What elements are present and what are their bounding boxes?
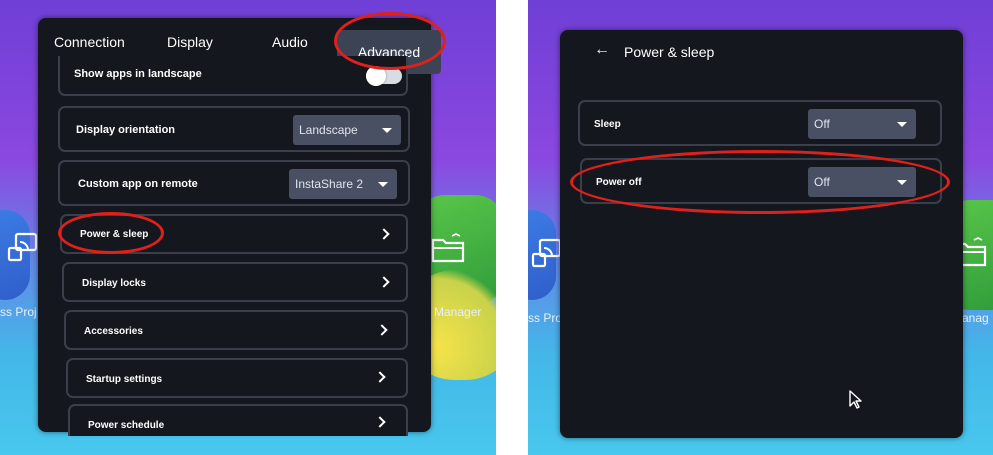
setting-label: Display orientation [76, 124, 176, 136]
tab-display[interactable]: Display [167, 34, 213, 50]
dropdown-value: Landscape [299, 123, 358, 137]
settings-panel: Connection Display Audio Advanced Show a… [38, 18, 441, 436]
orientation-dropdown[interactable]: Landscape [293, 115, 401, 145]
page-title: Power & sleep [624, 44, 715, 60]
dropdown-value: InstaShare 2 [295, 177, 364, 191]
setting-row-power-schedule[interactable]: Power schedule [68, 404, 408, 436]
back-arrow-icon[interactable]: ← [594, 41, 610, 59]
left-screenshot: ss Proj e Manager Connection Display Aud… [0, 0, 496, 455]
desktop-label: ss Proj [0, 305, 37, 319]
setting-label: Show apps in landscape [74, 68, 202, 80]
chevron-right-icon [376, 324, 388, 336]
setting-label: Custom app on remote [78, 178, 198, 190]
setting-row-power-off: Power off Off [580, 158, 942, 204]
setting-row-startup-settings[interactable]: Startup settings [66, 358, 408, 398]
setting-row-sleep: Sleep Off [578, 100, 942, 146]
chevron-right-icon [374, 416, 386, 428]
dropdown-arrow-icon [382, 128, 392, 133]
tab-audio[interactable]: Audio [272, 34, 308, 50]
landscape-toggle[interactable] [366, 66, 402, 86]
chevron-right-icon [378, 276, 390, 288]
cast-icon[interactable] [530, 236, 564, 270]
power-off-dropdown[interactable]: Off [808, 167, 916, 197]
chevron-right-icon [378, 228, 390, 240]
setting-label: Power & sleep [80, 229, 149, 240]
setting-row-display-orientation: Display orientation Landscape [58, 106, 410, 152]
cast-icon[interactable] [6, 230, 40, 264]
setting-label: Accessories [84, 326, 143, 337]
setting-label: Power schedule [88, 420, 165, 431]
setting-label: Startup settings [86, 374, 163, 385]
setting-row-custom-app-remote: Custom app on remote InstaShare 2 [58, 160, 410, 206]
chevron-right-icon [374, 371, 386, 383]
mouse-cursor-icon [849, 390, 862, 409]
dropdown-arrow-icon [378, 182, 388, 187]
sleep-dropdown[interactable]: Off [808, 109, 916, 139]
dropdown-arrow-icon [897, 180, 907, 185]
setting-row-show-apps-landscape[interactable]: Show apps in landscape [58, 56, 408, 96]
setting-label: Display locks [82, 278, 146, 289]
folder-icon[interactable] [430, 232, 466, 266]
setting-row-accessories[interactable]: Accessories [64, 310, 408, 350]
setting-label: Power off [596, 177, 642, 188]
setting-label: Sleep [594, 119, 621, 130]
desktop-label: e Manager [424, 305, 482, 319]
power-sleep-panel: ← Power & sleep Sleep Off Power off Off [560, 30, 963, 438]
dropdown-arrow-icon [897, 122, 907, 127]
setting-row-power-sleep[interactable]: Power & sleep [60, 214, 408, 254]
right-screenshot: ss Proj e Manag ← Power & sleep Sleep Of… [528, 0, 993, 455]
tab-connection[interactable]: Connection [54, 34, 125, 50]
dropdown-value: Off [814, 117, 830, 131]
setting-row-display-locks[interactable]: Display locks [62, 262, 408, 302]
dropdown-value: Off [814, 175, 830, 189]
toggle-knob [366, 66, 386, 86]
custom-app-dropdown[interactable]: InstaShare 2 [289, 169, 397, 199]
